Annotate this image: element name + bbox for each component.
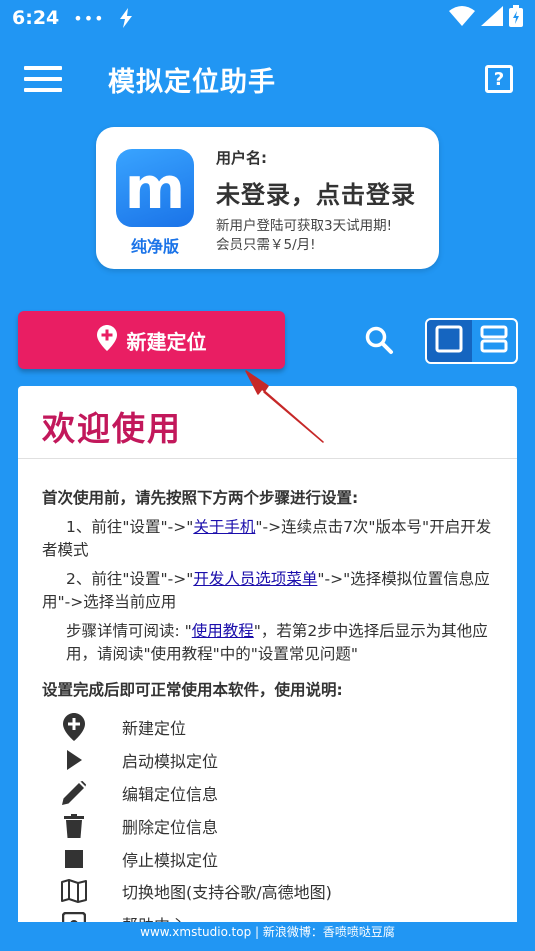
help-icon[interactable]: ? — [485, 65, 513, 93]
user-login-card[interactable]: m 纯净版 用户名: 未登录，点击登录 新用户登陆可获取3天试用期! 会员只需￥… — [96, 127, 439, 269]
menu-icon[interactable] — [24, 66, 62, 92]
developer-options-link[interactable]: 开发人员选项菜单 — [193, 570, 317, 588]
setup-step-2: 2、前往"设置"->"开发人员选项菜单"->"选择模拟位置信息应用"->选择当前… — [42, 568, 502, 614]
play-icon — [58, 746, 90, 774]
usage-label: 编辑定位信息 — [122, 784, 219, 804]
add-location-icon — [96, 324, 117, 356]
status-time: 6:24 — [12, 7, 60, 29]
pencil-icon — [58, 779, 90, 807]
note-prefix: 步骤详情可阅读: " — [66, 622, 192, 640]
notification-dots: ••• — [73, 8, 105, 28]
setup-intro: 首次使用前，请先按照下方两个步骤进行设置: — [42, 489, 359, 507]
welcome-divider — [18, 458, 517, 459]
welcome-card: 欢迎使用 首次使用前，请先按照下方两个步骤进行设置: 1、前往"设置"->"关于… — [18, 386, 517, 926]
usage-label: 停止模拟定位 — [122, 850, 219, 870]
usage-label: 切换地图(支持谷歌/高德地图) — [122, 883, 332, 903]
trial-info-line2: 会员只需￥5/月! — [216, 237, 316, 253]
map-icon — [58, 877, 90, 905]
step1-prefix: 1、前往"设置"->" — [66, 518, 194, 536]
welcome-title: 欢迎使用 — [42, 409, 182, 448]
footer-credit: www.xmstudio.top | 新浪微博：香喷喷哒豆腐 — [0, 922, 535, 951]
login-prompt[interactable]: 未登录，点击登录 — [216, 175, 416, 210]
tutorial-note: 步骤详情可阅读: "使用教程"，若第2步中选择后显示为其他应用，请阅读"使用教程… — [66, 620, 506, 666]
view-mode-toggle — [425, 318, 518, 364]
list-view-option[interactable] — [472, 320, 517, 362]
setup-step-1: 1、前往"设置"->"关于手机"->连续点击7次"版本号"开启开发者模式 — [42, 516, 502, 562]
signal-icon — [481, 6, 503, 30]
app-logo: m — [116, 149, 194, 227]
add-location-icon — [58, 713, 90, 742]
list-item: 切换地图(支持谷歌/高德地图) — [58, 875, 332, 908]
stop-icon — [58, 845, 90, 873]
list-item: 编辑定位信息 — [58, 777, 332, 810]
app-title: 模拟定位助手 — [108, 66, 276, 98]
trash-icon — [58, 812, 90, 840]
list-item: 新建定位 — [58, 711, 332, 744]
list-item: 停止模拟定位 — [58, 842, 332, 875]
grid-view-option[interactable] — [427, 320, 472, 362]
new-location-label: 新建定位 — [126, 329, 207, 354]
new-location-button[interactable]: 新建定位 — [18, 311, 285, 369]
usage-label: 删除定位信息 — [122, 817, 219, 837]
search-icon[interactable] — [364, 325, 394, 355]
usage-list: 新建定位 启动模拟定位 编辑定位信息 删除定位信息 停止模拟定位 切换地图(支持… — [58, 711, 332, 926]
status-bar: 6:24 ••• — [0, 0, 535, 36]
square-view-icon — [435, 325, 463, 357]
trial-info-line1: 新用户登陆可获取3天试用期! — [216, 218, 393, 234]
usage-title: 设置完成后即可正常使用本软件，使用说明: — [42, 681, 343, 699]
app-bar: 模拟定位助手 ? — [0, 44, 535, 114]
tutorial-link[interactable]: 使用教程 — [192, 622, 254, 640]
list-item: 启动模拟定位 — [58, 744, 332, 777]
battery-icon — [509, 5, 523, 31]
charging-bolt-icon — [119, 8, 133, 28]
step2-prefix: 2、前往"设置"->" — [66, 570, 194, 588]
edition-tag: 纯净版 — [130, 237, 179, 256]
list-view-icon — [480, 325, 508, 357]
trial-info: 新用户登陆可获取3天试用期! 会员只需￥5/月! — [216, 217, 392, 255]
wifi-icon — [449, 6, 475, 30]
about-phone-link[interactable]: 关于手机 — [193, 518, 255, 536]
usage-label: 新建定位 — [122, 719, 187, 739]
list-item: 删除定位信息 — [58, 809, 332, 842]
username-label: 用户名: — [216, 149, 267, 167]
usage-label: 启动模拟定位 — [122, 752, 219, 772]
